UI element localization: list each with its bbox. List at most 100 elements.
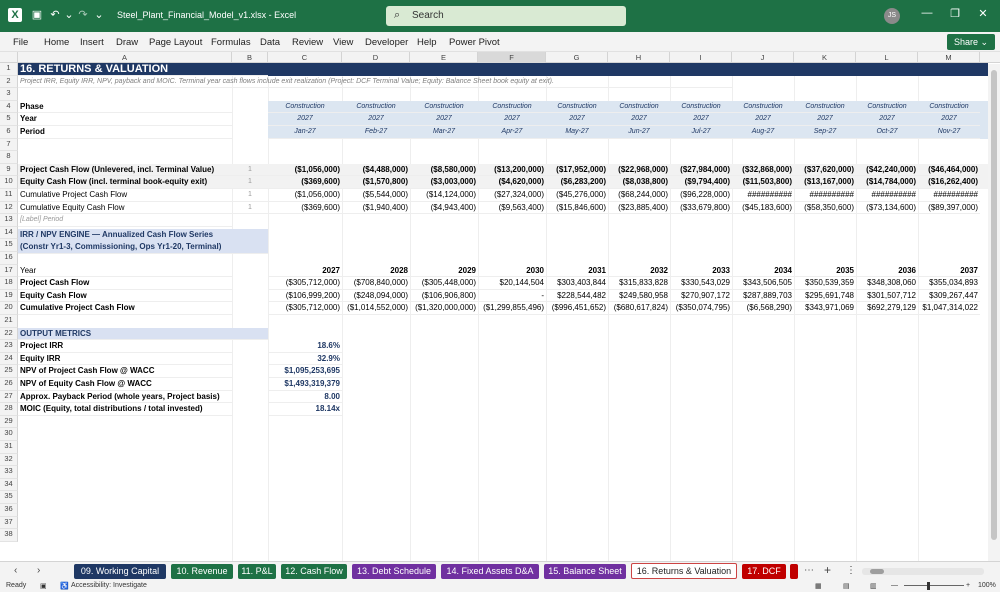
annual-year-cell[interactable]: 2027 <box>268 265 342 278</box>
equity-cf-value[interactable]: ($8,038,800) <box>608 176 670 189</box>
phase-cell[interactable]: Construction <box>478 101 546 114</box>
annual-equity-cf-value[interactable]: $295,691,748 <box>794 290 856 303</box>
year-label[interactable]: Year <box>18 113 232 126</box>
row-header-8[interactable]: 8 <box>0 151 18 164</box>
row-header-7[interactable]: 7 <box>0 138 18 152</box>
project-cf-value[interactable]: ($22,968,000) <box>608 164 670 177</box>
undo-icon[interactable]: ↶ <box>48 8 62 22</box>
equity-cf-label[interactable]: Equity Cash Flow (incl. terminal book-eq… <box>18 176 232 189</box>
cum-equity-cf-value[interactable]: ($73,134,600) <box>856 202 918 215</box>
unit-flag[interactable]: 1 <box>232 189 268 202</box>
period-cell[interactable]: May-27 <box>546 126 608 139</box>
row-header-29[interactable]: 29 <box>0 415 18 429</box>
annual-equity-cf-value[interactable]: $270,907,172 <box>670 290 732 303</box>
phase-cell[interactable]: Construction <box>342 101 410 114</box>
row-header-6[interactable]: 6 <box>0 126 18 139</box>
scroll-thumb[interactable] <box>991 70 997 540</box>
row-header-1[interactable]: 1 <box>0 63 18 76</box>
worksheet-grid[interactable]: A B C D E F G H I J K L M 1 2 3 4 5 6 7 8 9 10 11 1… <box>0 52 1000 561</box>
row-header-26[interactable]: 26 <box>0 378 18 391</box>
row-header-37[interactable]: 37 <box>0 516 18 530</box>
phase-cell[interactable]: Construction <box>732 101 794 114</box>
menu-review[interactable]: Review <box>292 37 323 48</box>
row-header-10[interactable]: 10 <box>0 176 18 189</box>
equity-cf-value[interactable]: ($369,600) <box>268 176 342 189</box>
zoom-out-icon[interactable]: — <box>891 582 898 589</box>
phase-cell[interactable]: Construction <box>856 101 918 114</box>
menu-power-pivot[interactable]: Power Pivot <box>449 37 500 48</box>
row-header-35[interactable]: 35 <box>0 491 18 504</box>
accessibility-icon[interactable]: ♿ <box>60 582 69 590</box>
phase-cell[interactable]: Construction <box>410 101 478 114</box>
annual-project-cf-value[interactable]: $303,403,844 <box>546 277 608 290</box>
sheet-description[interactable]: Project IRR, Equity IRR, NPV, payback an… <box>18 76 732 89</box>
label-period-note[interactable]: [Label] Period <box>18 214 232 227</box>
cum-project-cf-value[interactable]: ########## <box>856 189 918 202</box>
tab-revenue[interactable]: 10. Revenue <box>171 564 233 579</box>
avatar[interactable]: JS <box>884 8 900 24</box>
row-header-20[interactable]: 20 <box>0 302 18 315</box>
row-header-3[interactable]: 3 <box>0 88 18 101</box>
share-button[interactable]: Share ⌄ <box>947 34 995 50</box>
cum-equity-cf-value[interactable]: ($1,940,400) <box>342 202 410 215</box>
annual-equity-cf-value[interactable]: $301,507,712 <box>856 290 918 303</box>
row-header-36[interactable]: 36 <box>0 504 18 517</box>
metric-value[interactable]: $1,493,319,379 <box>268 378 342 391</box>
period-cell[interactable]: Oct-27 <box>856 126 918 139</box>
phase-label[interactable]: Phase <box>18 101 232 114</box>
annual-cum-project-cf-value[interactable]: ($1,320,000,000) <box>410 302 478 315</box>
equity-cf-value[interactable]: ($9,794,400) <box>670 176 732 189</box>
cum-project-cf-value[interactable]: ########## <box>918 189 980 202</box>
tab-pnl[interactable]: 11. P&L <box>238 564 276 579</box>
year-cell[interactable]: 2027 <box>732 113 794 126</box>
cum-equity-cf-value[interactable]: ($45,183,600) <box>732 202 794 215</box>
annual-project-cf-value[interactable]: $348,308,060 <box>856 277 918 290</box>
next-sheet-icon[interactable]: › <box>37 565 40 576</box>
year-cell[interactable]: 2027 <box>478 113 546 126</box>
row-header-17[interactable]: 17 <box>0 264 18 278</box>
equity-cf-value[interactable]: ($16,262,400) <box>918 176 980 189</box>
row-header-18[interactable]: 18 <box>0 277 18 290</box>
menu-file[interactable]: File <box>13 37 28 48</box>
col-header-E[interactable]: E <box>410 52 478 63</box>
col-header-J[interactable]: J <box>732 52 794 63</box>
row-header-5[interactable]: 5 <box>0 113 18 126</box>
annual-year-cell[interactable]: 2030 <box>478 265 546 278</box>
annual-project-cf-value[interactable]: $20,144,504 <box>478 277 546 290</box>
redo-icon[interactable]: ↷ <box>76 8 90 22</box>
project-cf-value[interactable]: ($17,952,000) <box>546 164 608 177</box>
period-label[interactable]: Period <box>18 126 232 139</box>
row-header-13[interactable]: 13 <box>0 214 18 227</box>
project-cf-value[interactable]: ($37,620,000) <box>794 164 856 177</box>
section-band-b[interactable] <box>232 327 268 341</box>
period-cell[interactable]: Feb-27 <box>342 126 410 139</box>
annual-year-cell[interactable]: 2034 <box>732 265 794 278</box>
annual-cum-project-cf-value[interactable]: ($350,074,795) <box>670 302 732 315</box>
annual-equity-cf-value[interactable]: ($248,094,000) <box>342 290 410 303</box>
menu-page-layout[interactable]: Page Layout <box>149 37 202 48</box>
row-header-23[interactable]: 23 <box>0 340 18 353</box>
cum-equity-cf-value[interactable]: ($15,846,600) <box>546 202 608 215</box>
row-header-33[interactable]: 33 <box>0 466 18 479</box>
horizontal-scrollbar[interactable] <box>862 568 984 575</box>
annual-cum-project-cf-value[interactable]: ($305,712,000) <box>268 302 342 315</box>
annual-cum-project-cf-value[interactable]: $343,971,069 <box>794 302 856 315</box>
page-layout-view-icon[interactable]: ▤ <box>843 582 850 590</box>
search-box[interactable]: ⌕ Search <box>386 6 626 26</box>
project-cf-value[interactable]: ($4,488,000) <box>342 164 410 177</box>
cum-equity-cf-value[interactable]: ($4,943,400) <box>410 202 478 215</box>
tab-debt-schedule[interactable]: 13. Debt Schedule <box>352 564 436 579</box>
undo-dropdown-icon[interactable]: ⌄ <box>62 8 76 22</box>
annual-project-cf-value[interactable]: $315,833,828 <box>608 277 670 290</box>
row-header-4[interactable]: 4 <box>0 100 18 114</box>
annual-equity-cf-value[interactable]: - <box>478 290 546 303</box>
annual-year-cell[interactable]: 2032 <box>608 265 670 278</box>
annual-cum-project-cf-label[interactable]: Cumulative Project Cash Flow <box>18 302 232 315</box>
cum-equity-cf-value[interactable]: ($23,885,400) <box>608 202 670 215</box>
col-header-D[interactable]: D <box>342 52 410 63</box>
row-header-25[interactable]: 25 <box>0 365 18 378</box>
period-cell[interactable]: Apr-27 <box>478 126 546 139</box>
annual-cum-project-cf-value[interactable]: ($1,299,855,496) <box>478 302 546 315</box>
annual-cum-project-cf-value[interactable]: ($6,568,290) <box>732 302 794 315</box>
row-header-31[interactable]: 31 <box>0 441 18 454</box>
